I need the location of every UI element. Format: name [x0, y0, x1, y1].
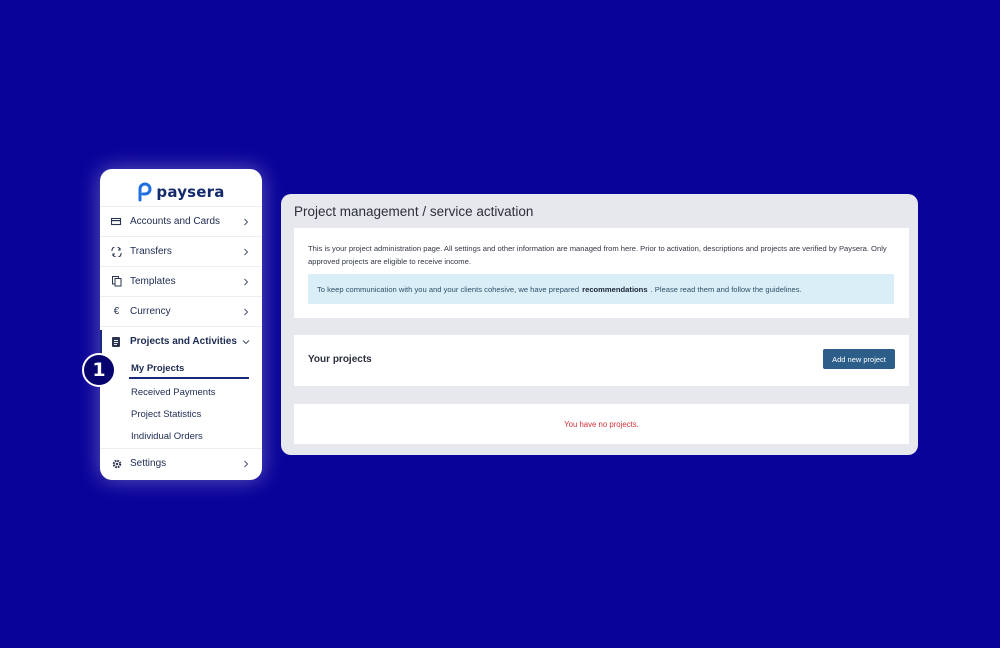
sidebar-subitem-received-payments[interactable]: Received Payments: [131, 387, 215, 398]
step-badge-1: 1: [82, 353, 116, 387]
sidebar-item-projects-and-activities[interactable]: Projects and Activities: [100, 326, 262, 356]
chevron-right-icon: [244, 248, 249, 255]
sidebar-nav: paysera Accounts and Cards Transfers Tem…: [100, 169, 262, 480]
chevron-down-icon: [242, 339, 250, 344]
cards-icon: [111, 216, 122, 227]
sidebar-item-label: Accounts and Cards: [130, 216, 221, 227]
recommendations-link[interactable]: recommendations: [582, 285, 647, 294]
recommendations-notice: To keep communication with you and your …: [308, 274, 894, 304]
page-title: Project management / service activation: [294, 204, 534, 219]
projects-list: You have no projects.: [294, 404, 909, 444]
paysera-logo-icon: [138, 182, 152, 202]
paysera-logo[interactable]: paysera: [100, 179, 262, 205]
chevron-right-icon: [244, 460, 249, 467]
copy-icon: [111, 276, 122, 287]
chevron-right-icon: [244, 218, 249, 225]
info-box: This is your project administration page…: [294, 228, 909, 318]
sidebar-item-currency[interactable]: € Currency: [100, 296, 262, 326]
paysera-logo-text: paysera: [156, 183, 225, 201]
sidebar-item-label: Transfers: [130, 246, 172, 257]
your-projects-heading: Your projects: [308, 354, 372, 365]
sidebar-subitem-my-projects[interactable]: My Projects: [131, 363, 184, 374]
chevron-right-icon: [244, 308, 249, 315]
chevron-right-icon: [244, 278, 249, 285]
sidebar-item-settings[interactable]: Settings: [100, 448, 262, 478]
empty-state-message: You have no projects.: [564, 419, 639, 429]
gear-icon: [111, 458, 122, 469]
sidebar-item-label: Settings: [130, 458, 167, 469]
euro-icon: €: [113, 306, 120, 317]
notice-text-after: . Please read them and follow the guidel…: [650, 284, 802, 294]
sidebar-item-label: Projects and Activities: [130, 336, 237, 347]
info-text: This is your project administration page…: [308, 244, 887, 266]
my-projects-active-underline: [129, 377, 249, 379]
project-management-panel: Project management / service activation …: [281, 194, 918, 455]
sidebar-item-templates[interactable]: Templates: [100, 266, 262, 296]
your-projects-header: Your projects Add new project: [294, 335, 909, 386]
sidebar-item-accounts-and-cards[interactable]: Accounts and Cards: [100, 206, 262, 236]
sidebar-subitem-individual-orders[interactable]: Individual Orders: [131, 431, 203, 442]
sidebar-item-transfers[interactable]: Transfers: [100, 236, 262, 266]
sidebar-subitem-project-statistics[interactable]: Project Statistics: [131, 409, 201, 420]
transfer-arrows-icon: [111, 246, 122, 257]
add-new-project-button[interactable]: Add new project: [823, 349, 895, 369]
notice-text-before: To keep communication with you and your …: [317, 284, 580, 294]
document-icon: [111, 336, 122, 347]
sidebar-item-label: Currency: [130, 306, 171, 317]
sidebar-item-label: Templates: [130, 276, 176, 287]
